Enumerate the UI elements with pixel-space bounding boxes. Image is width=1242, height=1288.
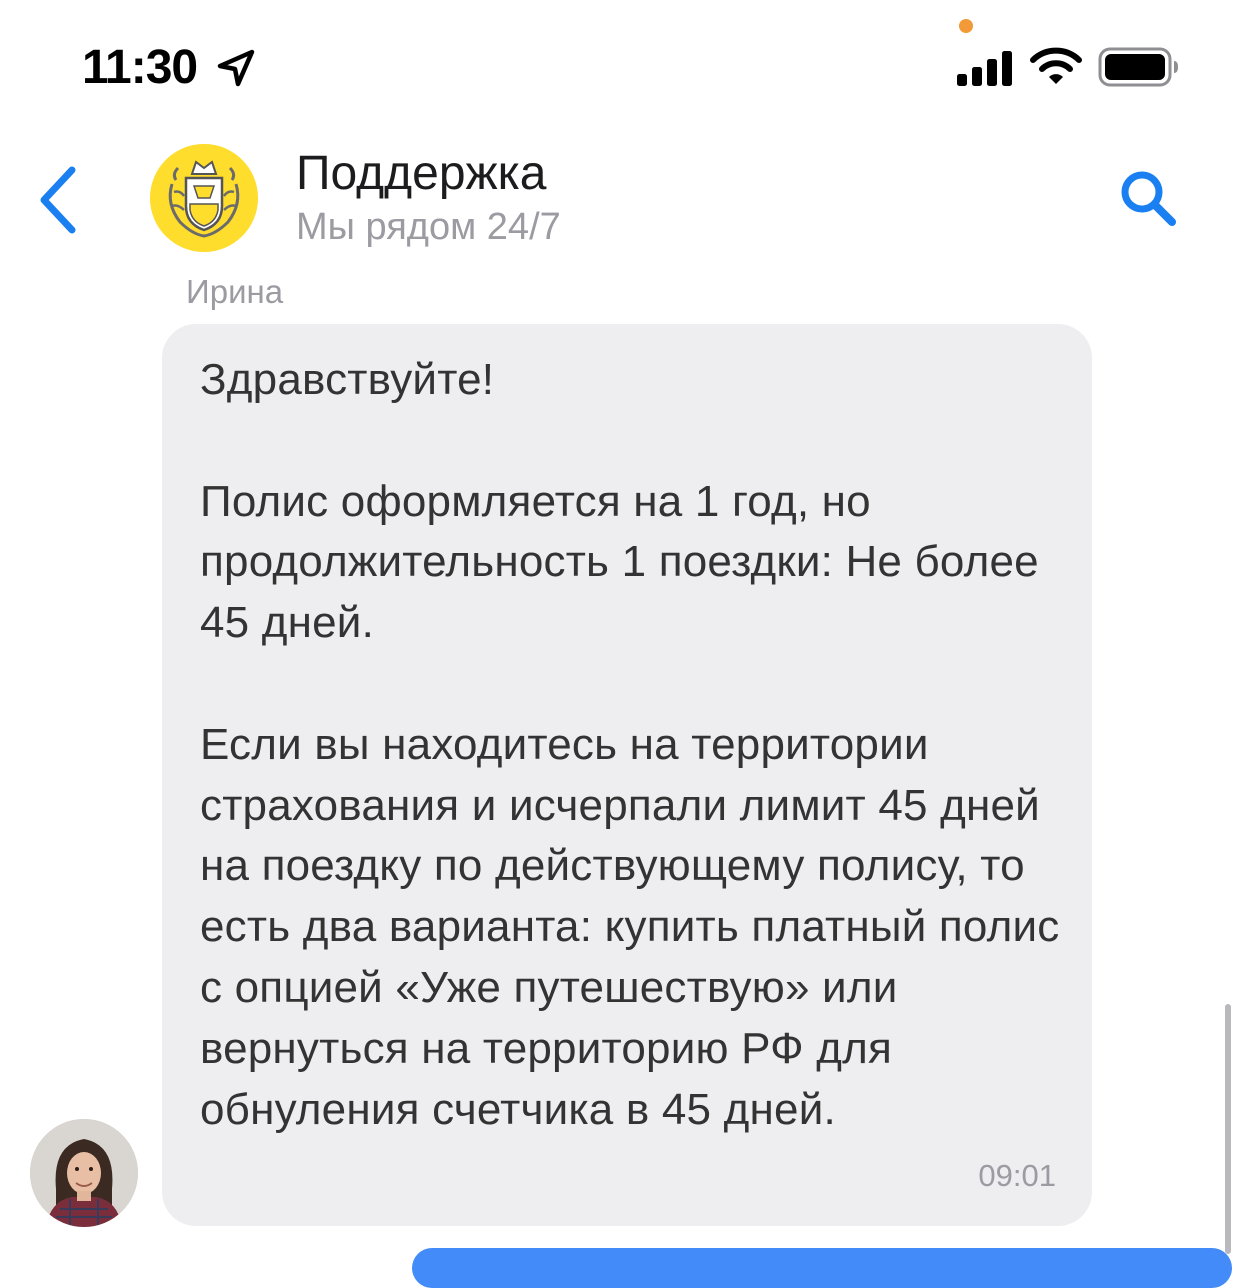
message-timestamp: 09:01 [978, 1158, 1056, 1193]
person-photo-icon [30, 1119, 138, 1227]
status-time: 11:30 [82, 41, 198, 94]
operator-avatar[interactable] [30, 1119, 138, 1227]
bank-logo-avatar[interactable] [150, 144, 258, 252]
incoming-message-bubble[interactable]: Здравствуйте! Полис оформляется на 1 год… [162, 324, 1092, 1226]
chat-subtitle: Мы рядом 24/7 [296, 206, 561, 248]
chat-title: Поддержка [296, 147, 547, 200]
outgoing-message-bubble[interactable] [412, 1248, 1232, 1288]
location-arrow-icon [217, 49, 255, 87]
sender-name: Ирина [186, 273, 284, 310]
privacy-indicator-dot [959, 19, 973, 33]
search-icon[interactable] [1112, 162, 1184, 234]
shield-emblem-icon [150, 144, 258, 252]
wifi-icon [1030, 47, 1082, 84]
chat-header: Поддержка Мы рядом 24/7 [0, 130, 1242, 270]
status-bar: 11:30 [0, 0, 1242, 130]
scroll-indicator[interactable] [1225, 1004, 1231, 1254]
battery-icon [1098, 47, 1178, 87]
cellular-signal-icon [957, 51, 1012, 86]
message-text: Здравствуйте! Полис оформляется на 1 год… [200, 355, 1060, 1134]
back-chevron-icon[interactable] [30, 160, 90, 240]
